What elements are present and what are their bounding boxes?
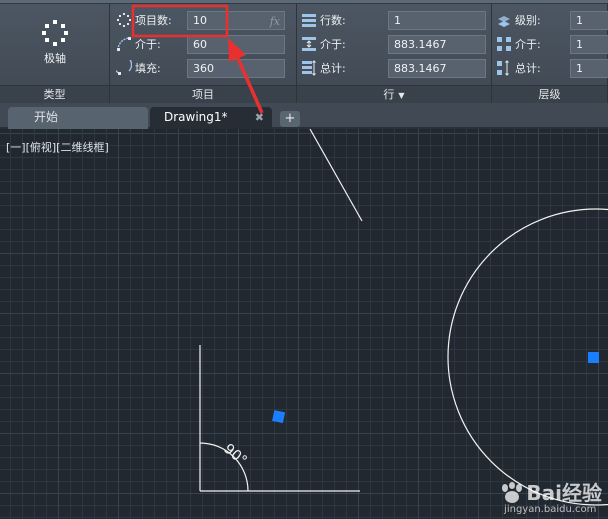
level-total-label: 总计: bbox=[515, 62, 541, 75]
row-count-icon bbox=[302, 14, 316, 27]
row-panel: 行数: 1 介于: 883.1467 总计: 883.1467 行 ▼ bbox=[297, 4, 492, 103]
level-count-value: 1 bbox=[576, 13, 583, 27]
item-between-input[interactable]: 60 bbox=[187, 34, 285, 54]
type-panel-title: 类型 bbox=[0, 85, 109, 103]
level-total-icon bbox=[497, 60, 509, 76]
level-count-icon bbox=[498, 16, 510, 27]
watermark-url: jingyan.baidu.com bbox=[504, 504, 597, 515]
tab-start[interactable]: 开始 bbox=[8, 107, 148, 129]
level-count-row: 级别: 1 bbox=[496, 10, 608, 30]
row-total-label: 总计: bbox=[320, 62, 346, 75]
item-count-row: 项目数: 10 fx bbox=[116, 10, 285, 30]
item-fill-value: 360 bbox=[193, 61, 214, 75]
item-count-value: 10 bbox=[193, 13, 207, 27]
level-between-input[interactable]: 1 bbox=[570, 34, 608, 54]
fill-angle-icon bbox=[116, 60, 132, 75]
row-total-input[interactable]: 883.1467 bbox=[388, 58, 486, 78]
new-tab-button[interactable]: + bbox=[280, 111, 300, 127]
item-fill-row: 填充: 360 bbox=[116, 58, 285, 78]
row-between-input[interactable]: 883.1467 bbox=[388, 34, 486, 54]
level-between-label: 介于: bbox=[515, 38, 541, 51]
item-panel: 项目数: 10 fx 介于: 60 填充: 360 项目 bbox=[110, 4, 297, 103]
document-tab-bar: 开始 Drawing1* ✖ + bbox=[0, 103, 608, 129]
type-panel: 极轴 类型 bbox=[0, 4, 110, 103]
watermark-brand: Bai经验 bbox=[526, 481, 602, 505]
row-between-value: 883.1467 bbox=[394, 37, 447, 51]
row-count-label: 行数: bbox=[320, 14, 346, 27]
row-total-value: 883.1467 bbox=[394, 61, 447, 75]
item-count-label: 项目数: bbox=[135, 14, 172, 27]
polar-circle[interactable] bbox=[447, 208, 608, 506]
item-between-value: 60 bbox=[193, 37, 207, 51]
close-icon[interactable]: ✖ bbox=[255, 107, 264, 128]
item-count-input[interactable]: 10 fx bbox=[187, 10, 285, 30]
row-panel-title[interactable]: 行 ▼ bbox=[297, 85, 491, 103]
item-between-label: 介于: bbox=[135, 38, 161, 51]
paw-icon bbox=[502, 482, 523, 503]
row-between-label: 介于: bbox=[320, 38, 346, 51]
row-between-row: 介于: 883.1467 bbox=[301, 34, 486, 54]
polar-button-label: 极轴 bbox=[44, 52, 66, 65]
watermark-logo: Bai经验 bbox=[498, 477, 602, 506]
center-grip-handle[interactable] bbox=[272, 410, 286, 424]
ribbon: 极轴 类型 项目数: 10 fx 介于: 60 填充: 360 项目 行数: 1… bbox=[0, 0, 608, 103]
tab-start-label: 开始 bbox=[34, 110, 59, 124]
level-between-icon bbox=[497, 37, 511, 51]
row-panel-title-label: 行 bbox=[383, 88, 395, 101]
level-total-value: 1 bbox=[576, 61, 583, 75]
drawing-canvas[interactable]: [一][俯视][二维线框] 90° Bai经验 jingyan.baidu.co… bbox=[0, 129, 608, 519]
diagonal-line[interactable] bbox=[309, 129, 363, 222]
level-between-value: 1 bbox=[576, 37, 583, 51]
level-total-row: 总计: 1 bbox=[496, 58, 608, 78]
row-count-row: 行数: 1 bbox=[301, 10, 486, 30]
angle-between-icon bbox=[117, 37, 131, 51]
tab-drawing1[interactable]: Drawing1* ✖ bbox=[150, 107, 272, 129]
formula-fx-icon[interactable]: fx bbox=[270, 13, 280, 30]
tab-drawing1-label: Drawing1* bbox=[164, 110, 228, 124]
polar-type-button[interactable]: 极轴 bbox=[22, 18, 88, 74]
row-total-icon bbox=[302, 60, 316, 76]
drawing-geometry: 90° bbox=[199, 129, 608, 506]
item-panel-title: 项目 bbox=[110, 85, 296, 103]
item-fill-input[interactable]: 360 bbox=[187, 58, 285, 78]
item-fill-label: 填充: bbox=[135, 62, 161, 75]
level-panel: 级别: 1 介于: 1 总计: 1 层级 bbox=[492, 4, 608, 103]
row-count-input[interactable]: 1 bbox=[388, 10, 486, 30]
level-between-row: 介于: 1 bbox=[496, 34, 608, 54]
level-count-input[interactable]: 1 bbox=[570, 10, 608, 30]
item-count-icon bbox=[117, 13, 131, 27]
baidu-watermark: Bai经验 jingyan.baidu.com bbox=[498, 477, 602, 515]
level-panel-title: 层级 bbox=[492, 85, 607, 103]
level-count-label: 级别: bbox=[515, 14, 541, 27]
row-count-value: 1 bbox=[394, 13, 401, 27]
circle-grip-handle[interactable] bbox=[588, 352, 599, 363]
level-total-input[interactable]: 1 bbox=[570, 58, 608, 78]
chevron-down-icon: ▼ bbox=[398, 91, 405, 100]
row-total-row: 总计: 883.1467 bbox=[301, 58, 486, 78]
row-between-icon bbox=[302, 37, 316, 51]
angle-dimension-text: 90° bbox=[220, 441, 249, 469]
item-between-row: 介于: 60 bbox=[116, 34, 285, 54]
polar-array-icon bbox=[42, 20, 68, 46]
